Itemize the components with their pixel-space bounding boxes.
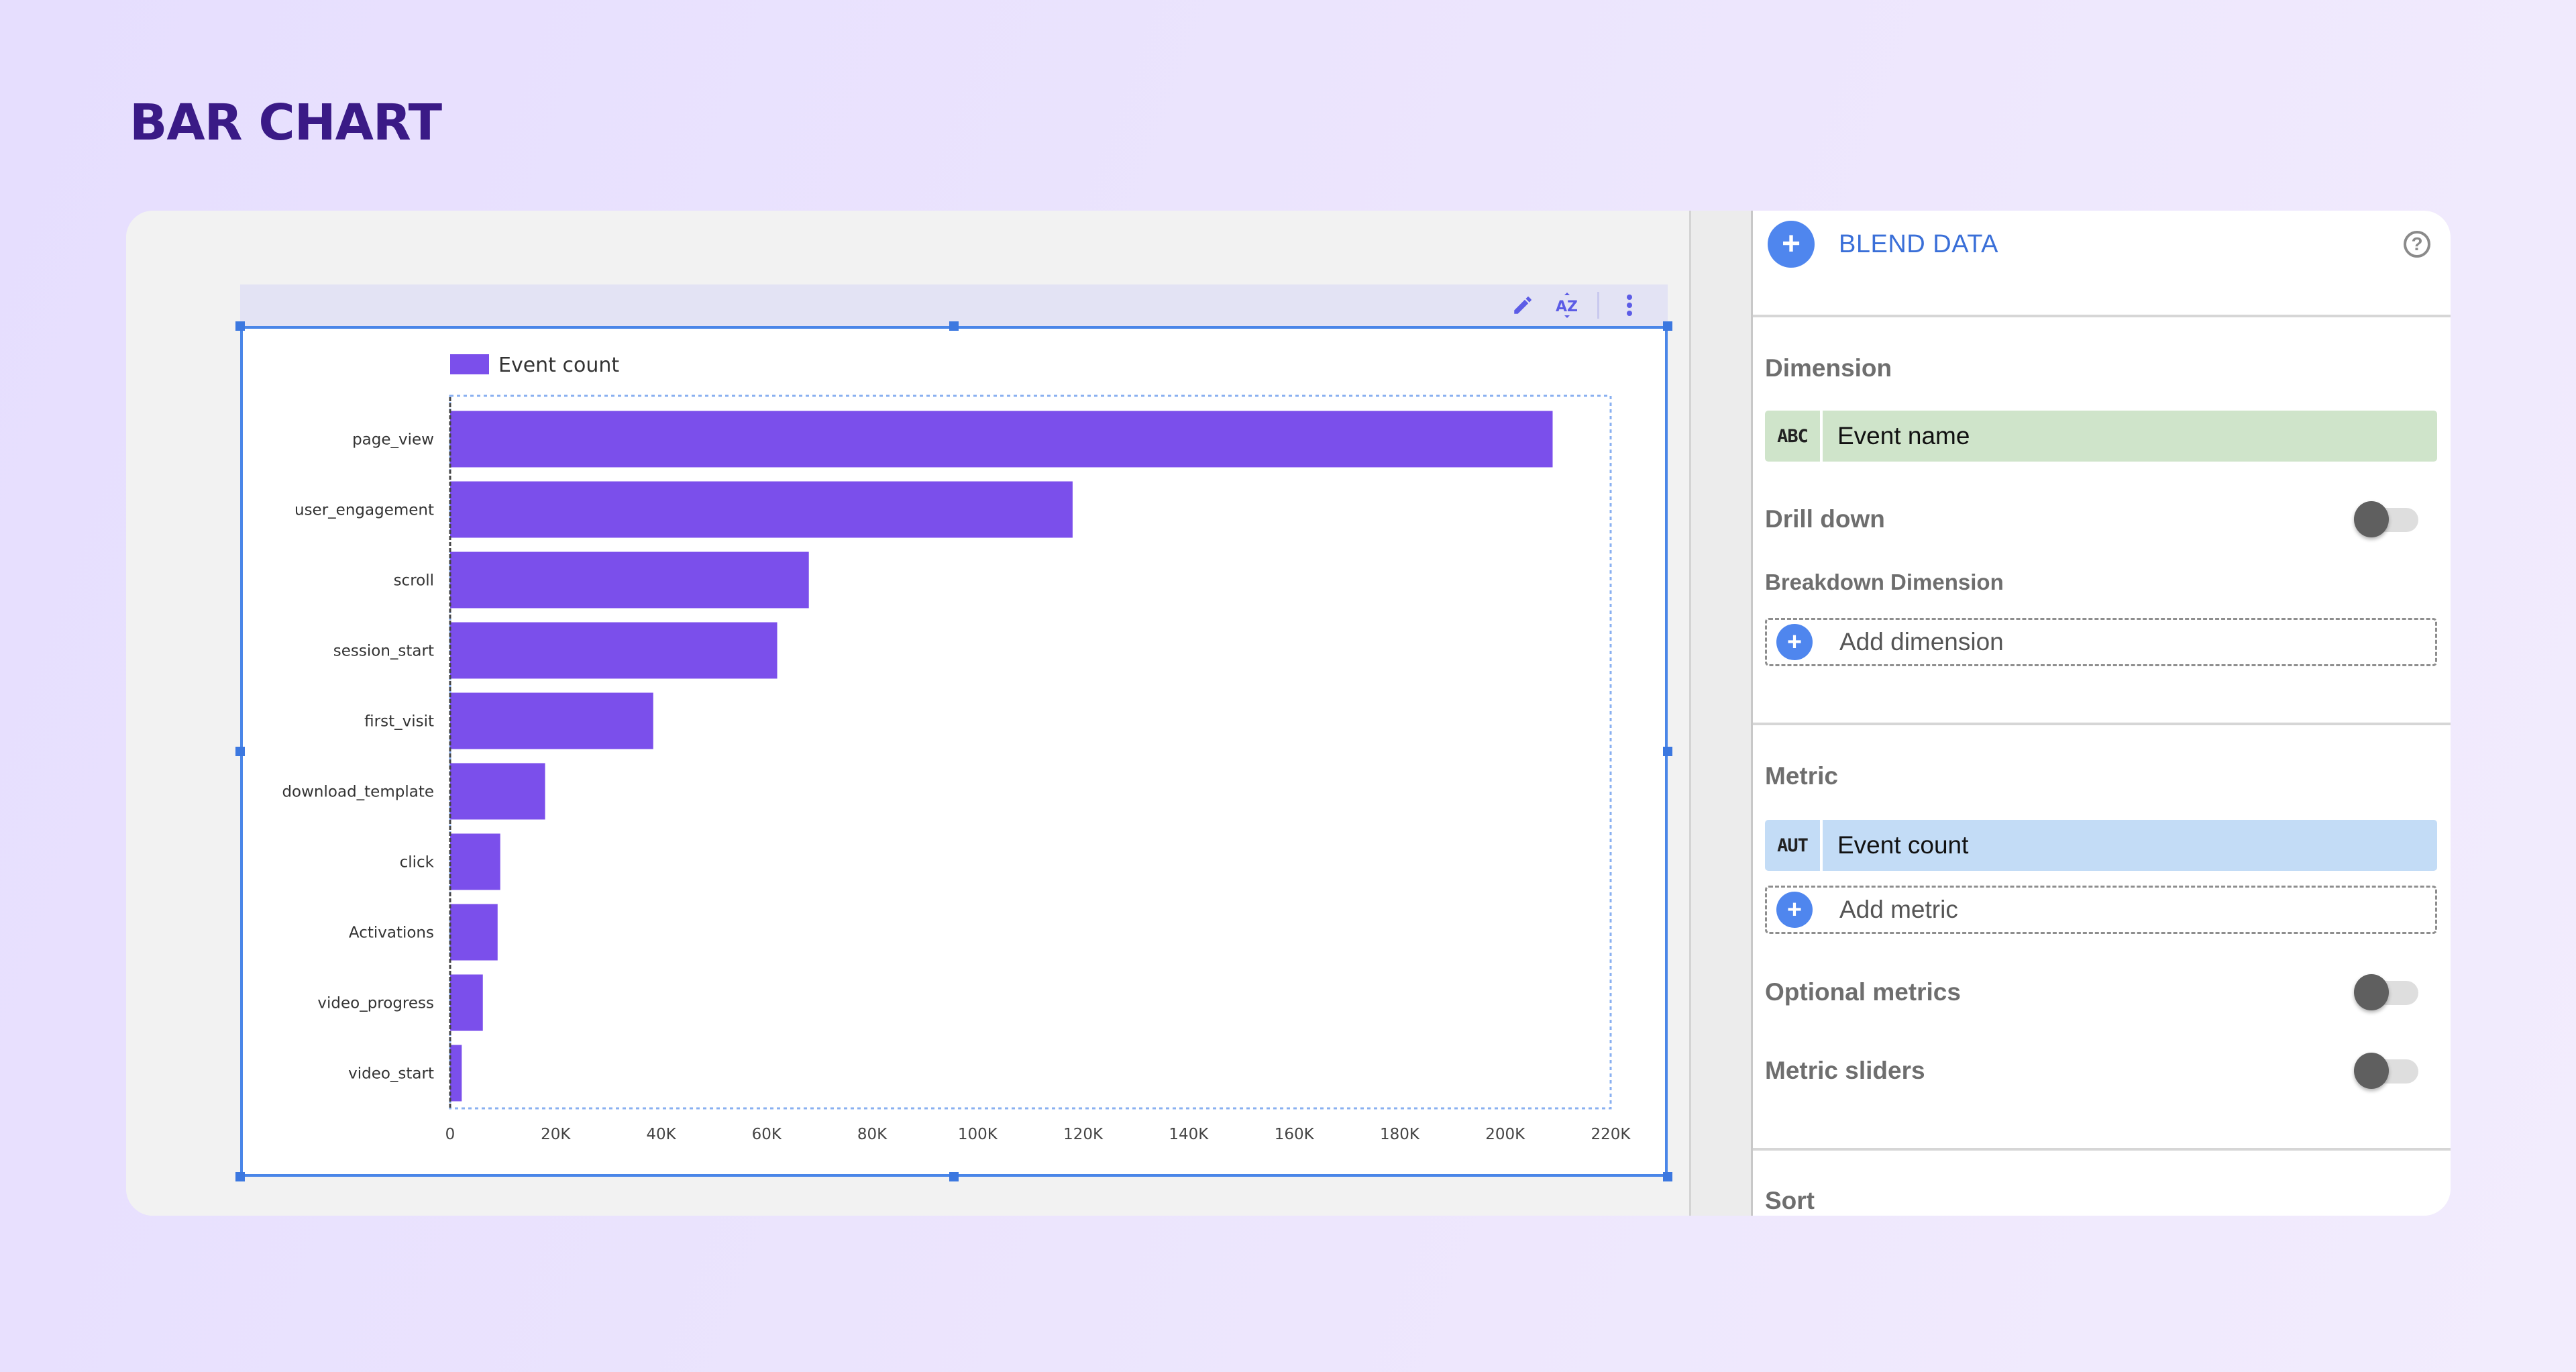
sort-title: Sort	[1765, 1187, 1815, 1214]
x-tick-label: 80K	[857, 1126, 888, 1143]
category-label: video_progress	[317, 995, 434, 1012]
dimension-chip-label: Event name	[1837, 422, 1970, 450]
plus-icon: +	[1776, 892, 1813, 928]
plus-icon: +	[1776, 624, 1813, 660]
help-circle-icon[interactable]: ?	[2404, 231, 2430, 258]
bar	[450, 974, 483, 1031]
category-label: video_start	[348, 1065, 434, 1083]
resize-handle-bottom-right[interactable]	[1663, 1172, 1672, 1181]
breakdown-dimension-title: Breakdown Dimension	[1765, 570, 2004, 594]
x-tick-label: 200K	[1485, 1126, 1525, 1143]
add-metric-button[interactable]: + Add metric	[1765, 886, 2437, 934]
bar-chart-widget[interactable]: Event count page_view user_engagementscro…	[240, 326, 1668, 1177]
metric-sliders-toggle[interactable]	[2354, 1053, 2420, 1089]
optional-metrics-toggle[interactable]	[2354, 974, 2420, 1010]
page-title: BAR CHART	[129, 94, 442, 152]
sort-az-icon[interactable]: AZ	[1553, 291, 1581, 319]
toolbar-separator	[1597, 292, 1599, 319]
add-dimension-label: Add dimension	[1839, 628, 2004, 655]
resize-handle-top-middle[interactable]	[949, 321, 959, 331]
dimension-title: Dimension	[1765, 354, 1892, 382]
metric-chip[interactable]: AUT Event count	[1765, 820, 2437, 871]
text-type-icon: ABC	[1765, 411, 1823, 462]
category-label: scroll	[394, 572, 434, 590]
category-label: user_engagement	[294, 502, 434, 519]
x-tick-label: 20K	[541, 1126, 571, 1143]
resize-handle-middle-right[interactable]	[1663, 747, 1672, 756]
legend: Event count	[450, 354, 619, 377]
x-tick-label: 160K	[1275, 1126, 1315, 1143]
report-canvas: AZ Event count page_view user_engagements…	[126, 211, 1689, 1216]
category-label: click	[400, 854, 435, 872]
chart-toolbar: AZ	[240, 284, 1668, 326]
bar	[450, 481, 1073, 538]
auto-type-icon: AUT	[1765, 820, 1823, 871]
legend-swatch	[450, 354, 489, 374]
category-label: session_start	[333, 643, 434, 660]
dimension-chip[interactable]: ABC Event name	[1765, 411, 2437, 462]
category-label: Activations	[349, 925, 434, 942]
bar	[450, 551, 809, 609]
drill-down-row: Drill down	[1765, 499, 2420, 539]
divider	[1753, 1148, 2451, 1151]
metric-sliders-row: Metric sliders	[1765, 1051, 2420, 1091]
x-tick-label: 140K	[1169, 1126, 1209, 1143]
panel-divider[interactable]	[1689, 211, 1751, 1216]
divider	[1753, 315, 2451, 317]
resize-handle-middle-left[interactable]	[235, 747, 245, 756]
x-tick-label: 40K	[646, 1126, 676, 1143]
bar	[450, 411, 1553, 468]
x-tick-label: 0	[445, 1126, 455, 1143]
blend-data-row[interactable]: + BLEND DATA ?	[1768, 219, 2430, 270]
divider	[1753, 723, 2451, 725]
category-label: first_visit	[364, 713, 434, 731]
resize-handle-top-left[interactable]	[235, 321, 245, 331]
x-tick-label: 100K	[958, 1126, 998, 1143]
metric-title: Metric	[1765, 762, 1838, 790]
pencil-icon[interactable]	[1509, 291, 1537, 319]
properties-panel: + BLEND DATA ? Dimension ABC Event name …	[1751, 211, 2451, 1216]
x-tick-label: 60K	[752, 1126, 782, 1143]
bar	[450, 692, 653, 749]
blend-data-button[interactable]: BLEND DATA	[1839, 230, 1998, 259]
svg-text:AZ: AZ	[1556, 299, 1578, 315]
bar-chart: Event count page_view user_engagementscro…	[282, 354, 1631, 1143]
metric-chip-label: Event count	[1837, 831, 1969, 859]
bar	[450, 904, 498, 961]
metric-sliders-label: Metric sliders	[1765, 1057, 1925, 1084]
add-metric-label: Add metric	[1839, 896, 1958, 923]
resize-handle-bottom-middle[interactable]	[949, 1172, 959, 1181]
optional-metrics-row: Optional metrics	[1765, 972, 2420, 1012]
add-dimension-button[interactable]: + Add dimension	[1765, 618, 2437, 666]
category-label: page_view	[352, 431, 434, 449]
bar	[450, 1045, 462, 1102]
drill-down-label: Drill down	[1765, 505, 1885, 533]
bar	[450, 622, 777, 679]
x-tick-label: 180K	[1380, 1126, 1420, 1143]
resize-handle-bottom-left[interactable]	[235, 1172, 245, 1181]
optional-metrics-label: Optional metrics	[1765, 978, 1961, 1006]
more-vert-icon[interactable]	[1615, 291, 1644, 319]
plus-icon[interactable]: +	[1768, 221, 1815, 268]
legend-label: Event count	[498, 354, 619, 377]
x-tick-label: 120K	[1063, 1126, 1104, 1143]
editor-frame: AZ Event count page_view user_engagements…	[126, 211, 2451, 1216]
category-label: download_template	[282, 784, 434, 801]
bar	[450, 763, 545, 820]
x-tick-label: 220K	[1591, 1126, 1631, 1143]
drill-down-toggle[interactable]	[2354, 501, 2420, 537]
bar	[450, 833, 500, 890]
resize-handle-top-right[interactable]	[1663, 321, 1672, 331]
